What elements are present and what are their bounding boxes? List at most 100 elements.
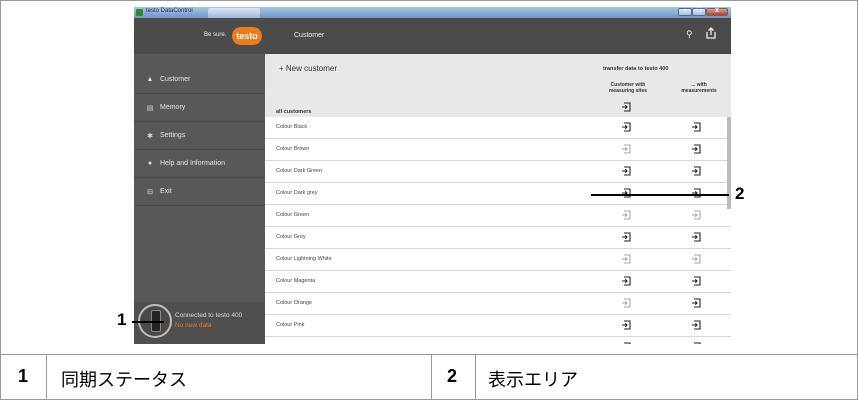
table-row[interactable]: Colour Brown <box>265 139 731 161</box>
transfer-measurements-icon[interactable] <box>691 144 701 154</box>
table-row[interactable]: Colour Purple <box>265 337 731 344</box>
legend-cell-num-2: 2 <box>432 355 476 399</box>
transfer-measurements-icon[interactable] <box>691 166 701 176</box>
testo-logo: testo <box>232 27 262 45</box>
sidebar-item-settings[interactable]: ✱ Settings <box>134 123 265 150</box>
transfer-measurements-icon[interactable] <box>691 320 701 330</box>
transfer-measurements-icon[interactable] <box>691 276 701 286</box>
sidebar-item-label: Help and Information <box>160 160 225 167</box>
page-title: Customer <box>294 32 325 39</box>
minimize-icon: - <box>683 7 687 14</box>
table-row[interactable]: Colour Magenta <box>265 271 731 293</box>
legend-table: 1 同期ステータス 2 表示エリア <box>0 354 858 400</box>
customer-name: Colour Pink <box>276 322 305 328</box>
transfer-measurements-icon[interactable] <box>691 122 701 132</box>
callout-line-2 <box>591 194 729 196</box>
window-titlebar: testo DataControl - □ x <box>134 7 731 18</box>
transfer-heading: transfer data to testo 400 <box>603 66 669 72</box>
legend-cell-num-1: 1 <box>1 355 47 399</box>
legend-text-1: 同期ステータス <box>61 370 187 391</box>
customer-name: Colour Orange <box>276 300 313 306</box>
legend-text-2: 表示エリア <box>488 370 578 391</box>
taskbar-tab[interactable] <box>208 8 260 18</box>
sidebar: Be sure. testo ▲ Customer ▤ Memory ✱ Settings… <box>134 18 265 344</box>
sync-status[interactable]: Connected to testo 400 No new data <box>134 302 265 344</box>
figure-frame: testo DataControl - □ x Be sure. testo ▲… <box>0 0 858 354</box>
column-header-measurements: ... with measurements <box>669 82 729 94</box>
search-icon[interactable]: ⚲ <box>686 29 693 40</box>
all-customers-label: all customers <box>276 109 312 115</box>
callout-number-2: 2 <box>735 184 745 203</box>
legend-number-2: 2 <box>447 366 458 386</box>
app-window: testo DataControl - □ x Be sure. testo ▲… <box>134 7 731 344</box>
table-row[interactable]: Colour Grey <box>265 227 731 249</box>
memory-icon: ▤ <box>146 105 154 112</box>
export-icon[interactable] <box>705 27 717 39</box>
sidebar-item-label: Memory <box>160 104 186 111</box>
table-row[interactable]: Colour Dark Green <box>265 161 731 183</box>
transfer-sites-icon[interactable] <box>621 210 631 220</box>
customer-name: Colour Green <box>276 212 310 218</box>
app-icon <box>136 9 143 16</box>
minimize-button[interactable]: - <box>678 7 692 16</box>
list-header: + New customer transfer data to testo 40… <box>265 54 731 117</box>
transfer-sites-icon[interactable] <box>621 232 631 242</box>
sidebar-item-label: Exit <box>160 188 172 195</box>
callout-line-1 <box>132 321 164 323</box>
table-row[interactable]: Colour Lightning White <box>265 249 731 271</box>
column-header-sites: Customer with measuring sites <box>598 82 658 94</box>
table-row[interactable]: Colour Pink <box>265 315 731 337</box>
connection-status: Connected to testo 400 <box>175 312 243 319</box>
customer-name: Colour Black <box>276 124 308 130</box>
customer-name: Colour Grey <box>276 234 306 240</box>
customer-name: Colour Dark Green <box>276 168 323 174</box>
main-panel: Customer ⚲ + New customer transfer data … <box>265 18 731 344</box>
info-icon: ● <box>147 160 153 167</box>
transfer-measurements-icon[interactable] <box>691 342 701 344</box>
close-icon: x <box>715 7 719 14</box>
gear-icon: ✱ <box>147 133 153 140</box>
column-header-sites-line2: measuring sites <box>608 88 648 94</box>
table-row[interactable]: Colour Green <box>265 205 731 227</box>
sidebar-item-exit[interactable]: ⊟ Exit <box>134 179 265 206</box>
close-button[interactable]: x <box>706 7 728 16</box>
transfer-sites-icon[interactable] <box>621 254 631 264</box>
table-row[interactable]: Colour Orange <box>265 293 731 315</box>
callout-number-1: 1 <box>117 310 127 329</box>
user-icon: ▲ <box>146 76 154 83</box>
transfer-all-icon[interactable] <box>621 102 631 112</box>
customer-name: Colour Magenta <box>276 278 316 284</box>
transfer-sites-icon[interactable] <box>621 122 631 132</box>
new-customer-button[interactable]: + New customer <box>279 64 337 73</box>
transfer-sites-icon[interactable] <box>621 276 631 286</box>
data-status: No new data <box>175 322 212 329</box>
exit-icon: ⊟ <box>147 189 153 196</box>
transfer-measurements-icon[interactable] <box>691 298 701 308</box>
table-row[interactable]: Colour Black <box>265 117 731 139</box>
sidebar-item-label: Customer <box>160 76 191 83</box>
transfer-measurements-icon[interactable] <box>691 210 701 220</box>
transfer-measurements-icon[interactable] <box>691 188 701 198</box>
sidebar-item-label: Settings <box>160 132 186 139</box>
transfer-sites-icon[interactable] <box>621 342 631 344</box>
transfer-measurements-icon[interactable] <box>691 254 701 264</box>
transfer-sites-icon[interactable] <box>621 298 631 308</box>
legend-number-1: 1 <box>18 366 29 386</box>
transfer-sites-icon[interactable] <box>621 188 631 198</box>
transfer-sites-icon[interactable] <box>621 166 631 176</box>
maximize-icon: □ <box>696 7 702 14</box>
sidebar-item-help-and-information[interactable]: ● Help and Information <box>134 151 265 178</box>
transfer-sites-icon[interactable] <box>621 320 631 330</box>
sidebar-item-customer[interactable]: ▲ Customer <box>134 67 265 94</box>
maximize-button[interactable]: □ <box>692 7 706 16</box>
sidebar-header: Be sure. testo <box>134 18 265 54</box>
sidebar-item-memory[interactable]: ▤ Memory <box>134 95 265 122</box>
legend-cell-text-1: 同期ステータス <box>47 355 432 399</box>
legend-cell-text-2: 表示エリア <box>476 355 857 399</box>
transfer-sites-icon[interactable] <box>621 144 631 154</box>
column-header-measurements-line2: measurements <box>681 88 717 94</box>
customer-name: Colour Lightning White <box>276 256 332 262</box>
brand-tagline: Be sure. <box>204 32 227 38</box>
transfer-measurements-icon[interactable] <box>691 232 701 242</box>
window-title: testo DataControl <box>146 8 193 14</box>
